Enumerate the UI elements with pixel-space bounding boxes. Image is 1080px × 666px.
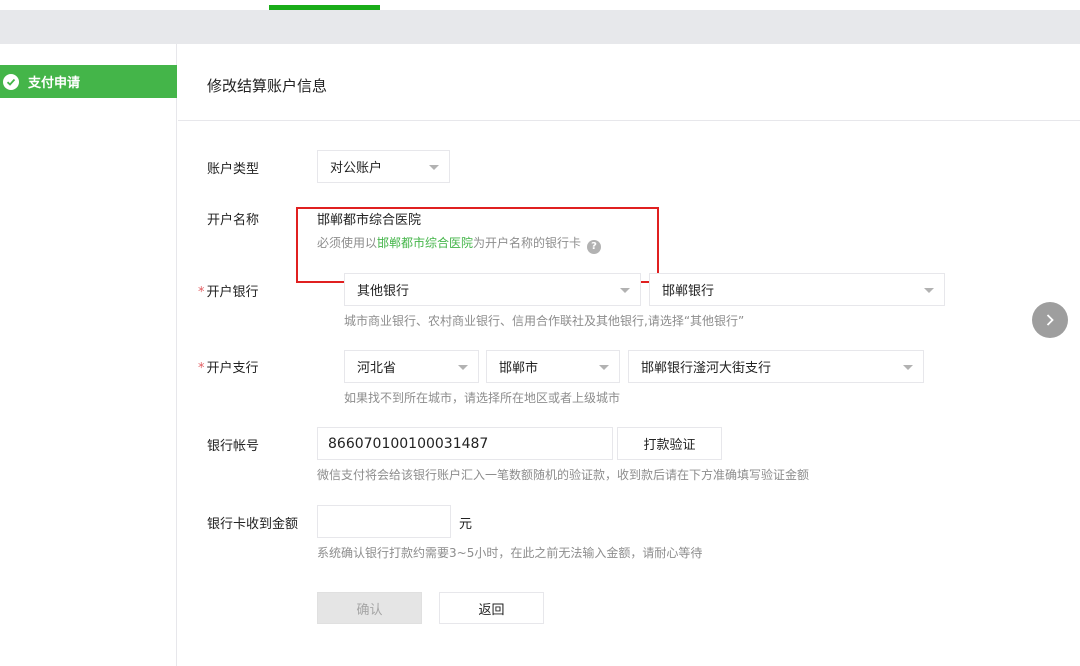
city-value: 邯郸市 [499, 361, 539, 376]
sidebar-item-payment-application[interactable]: 支付申请 [0, 65, 177, 98]
account-type-select[interactable]: 对公账户 [317, 150, 450, 183]
chevron-right-icon[interactable] [1032, 302, 1068, 338]
branch-select[interactable]: 邯郸银行滏河大街支行 [628, 350, 924, 383]
check-circle-icon [3, 73, 19, 90]
account-type-label: 账户类型 [207, 162, 260, 177]
chevron-down-icon [903, 365, 913, 370]
bank-name-select[interactable]: 邯郸银行 [649, 273, 945, 306]
chevron-down-icon [599, 365, 609, 370]
amount-label: 银行卡收到金额 [207, 517, 299, 532]
city-select[interactable]: 邯郸市 [486, 350, 620, 383]
amount-input[interactable] [317, 505, 451, 538]
branch-label: * 开户支行 [198, 357, 259, 376]
province-value: 河北省 [357, 361, 397, 376]
chevron-down-icon [924, 288, 934, 293]
sidebar: 支付申请 [0, 44, 177, 666]
bank-type-select[interactable]: 其他银行 [344, 273, 641, 306]
back-button[interactable]: 返回 [439, 592, 544, 624]
chevron-down-icon [429, 165, 439, 170]
page-title: 修改结算账户信息 [207, 77, 328, 95]
branch-value: 邯郸银行滏河大街支行 [641, 361, 772, 376]
top-nav-bar [0, 0, 1080, 10]
chevron-down-icon [620, 288, 630, 293]
divider [178, 120, 1080, 121]
account-number-label: 银行帐号 [207, 439, 260, 454]
verify-payment-button[interactable]: 打款验证 [617, 427, 722, 460]
required-mark: * [198, 285, 205, 300]
account-number-hint: 微信支付将会给该银行账户汇入一笔数额随机的验证款，收到款后请在下方准确填写验证金… [317, 468, 810, 482]
bank-type-value: 其他银行 [357, 284, 410, 299]
sidebar-item-label: 支付申请 [28, 76, 81, 91]
branch-label-text: 开户支行 [206, 361, 259, 376]
branch-hint: 如果找不到所在城市，请选择所在地区或者上级城市 [344, 391, 621, 405]
bank-label-text: 开户银行 [206, 285, 259, 300]
province-select[interactable]: 河北省 [344, 350, 479, 383]
account-number-input[interactable]: 866070100100031487 [317, 427, 613, 460]
amount-hint: 系统确认银行打款约需要3~5小时，在此之前无法输入金额，请耐心等待 [317, 546, 703, 560]
amount-unit: 元 [459, 517, 473, 532]
bank-label: * 开户银行 [198, 281, 259, 300]
account-type-value: 对公账户 [330, 161, 383, 176]
bank-name-value: 邯郸银行 [662, 284, 715, 299]
bank-hint: 城市商业银行、农村商业银行、信用合作联社及其他银行,请选择“其他银行” [344, 314, 745, 328]
chevron-down-icon [458, 365, 468, 370]
required-mark: * [198, 361, 205, 376]
account-name-label: 开户名称 [207, 213, 260, 228]
header-band [0, 10, 1080, 44]
confirm-button[interactable]: 确认 [317, 592, 422, 624]
annotation-highlight-box [296, 207, 659, 283]
